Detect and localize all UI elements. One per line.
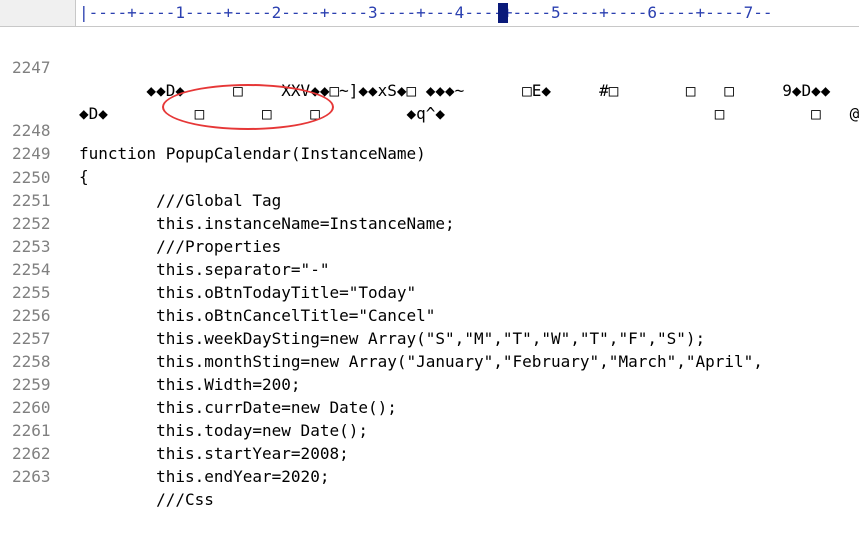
line-text[interactable]: ///Css [79,488,214,511]
code-line[interactable]: 2261 this.startYear=2008; [0,396,859,463]
code-line[interactable]: 2256 this.weekDaySting=new Array("S","M"… [0,281,859,348]
ruler-cursor-marker [498,3,508,23]
red-highlight-ellipse [162,84,334,130]
ruler-scale: |----+----1----+----2----+----3----+---4… [79,3,773,22]
code-line[interactable]: ◆D◆ □ □ □ ◆q^◆ □ □ @ [0,56,859,123]
code-line[interactable]: 2250 ///Global Tag [0,143,859,210]
line-number: 2263 [12,467,51,486]
code-line[interactable]: 2259 this.currDate=new Date(); [0,350,859,417]
code-line[interactable]: 2249 { [0,119,859,186]
code-line[interactable]: 2253 this.separator="-" [0,212,859,279]
code-line[interactable]: 2248 function PopupCalendar(InstanceName… [0,96,859,163]
code-line[interactable]: 2247 ◆◆D◆ □ XXV◆◆□~]◆◆xS◆□ ◆◆◆~ □E◆ #□ □… [0,33,859,100]
code-line[interactable]: 2260 this.today=new Date(); [0,373,859,440]
line-text[interactable]: this.endYear=2020; [79,465,329,488]
code-line[interactable]: 2263 ///Css [0,442,859,509]
code-line[interactable]: 2257 this.monthSting=new Array("January"… [0,304,859,371]
code-line[interactable]: 2258 this.Width=200; [0,327,859,394]
ruler-gutter [0,0,76,26]
column-ruler: |----+----1----+----2----+----3----+---4… [0,0,859,27]
code-line[interactable]: 2255 this.oBtnCancelTitle="Cancel" [0,258,859,325]
code-line[interactable]: 2251 this.instanceName=InstanceName; [0,166,859,233]
code-line[interactable]: 2262 this.endYear=2020; [0,419,859,486]
code-line[interactable]: 2254 this.oBtnTodayTitle="Today" [0,235,859,302]
code-line[interactable]: 2252 ///Properties [0,189,859,256]
